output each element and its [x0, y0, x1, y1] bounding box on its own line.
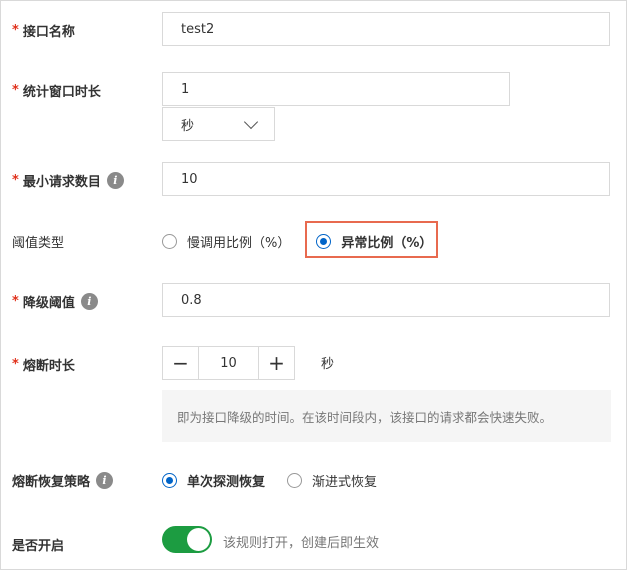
recovery-strategy-label: 熔断恢复策略 i — [12, 471, 114, 490]
stat-window-input[interactable]: 1 — [162, 72, 510, 106]
stat-window-label: * 统计窗口时长 — [12, 81, 101, 100]
break-duration-hint: 即为接口降级的时间。在该时间段内，该接口的请求都会快速失败。 — [162, 390, 611, 442]
radio-circle — [162, 473, 177, 488]
degrade-threshold-label: * 降级阈值 i — [12, 292, 98, 311]
stat-window-unit-select[interactable]: 秒 — [162, 107, 275, 141]
break-duration-unit: 秒 — [321, 357, 335, 372]
hint-text: 即为接口降级的时间。在该时间段内，该接口的请求都会快速失败。 — [177, 409, 553, 425]
radio-single-probe[interactable]: 单次探测恢复 — [162, 471, 265, 490]
decrement-button[interactable]: − — [163, 347, 199, 379]
required-mark: * — [12, 23, 19, 38]
break-duration-stepper: − 10 + — [162, 346, 295, 380]
min-requests-value: 10 — [181, 171, 198, 187]
required-mark: * — [12, 83, 19, 98]
break-duration-input[interactable]: 10 — [199, 347, 258, 379]
api-name-label: * 接口名称 — [12, 21, 75, 40]
radio-gradual-recovery[interactable]: 渐进式恢复 — [287, 471, 377, 490]
required-mark: * — [12, 357, 19, 372]
radio-slow-call-ratio[interactable]: 慢调用比例（%） — [162, 232, 290, 251]
stat-window-label-text: 统计窗口时长 — [22, 85, 101, 100]
radio-circle — [287, 473, 303, 488]
info-icon[interactable]: i — [80, 293, 98, 310]
degrade-threshold-label-text: 降级阈值 — [22, 296, 75, 311]
enabled-label-text: 是否开启 — [12, 539, 65, 554]
increment-button[interactable]: + — [258, 347, 294, 379]
break-duration-label-text: 熔断时长 — [22, 359, 75, 374]
stat-window-value: 1 — [181, 81, 190, 97]
highlight-box — [305, 221, 438, 258]
degrade-threshold-value: 0.8 — [181, 292, 202, 308]
chevron-down-icon — [243, 114, 259, 129]
min-requests-label: * 最小请求数目 i — [12, 171, 124, 190]
stat-window-unit-value: 秒 — [181, 118, 195, 134]
api-name-label-text: 接口名称 — [22, 25, 75, 40]
enabled-label: 是否开启 — [12, 535, 64, 554]
radio-label: 渐进式恢复 — [312, 475, 378, 490]
form-panel: * 接口名称 test2 * 统计窗口时长 1 秒 * 最小请求数目 i 10 … — [0, 0, 627, 570]
degrade-threshold-input[interactable]: 0.8 — [162, 283, 610, 317]
info-icon[interactable]: i — [96, 472, 114, 489]
radio-circle — [162, 234, 177, 249]
enabled-toggle[interactable] — [162, 526, 212, 553]
toggle-knob — [187, 528, 210, 551]
threshold-type-label: 阈值类型 — [12, 232, 64, 251]
radio-label: 单次探测恢复 — [187, 475, 266, 490]
api-name-input[interactable]: test2 — [162, 12, 610, 46]
info-icon[interactable]: i — [106, 172, 124, 189]
break-duration-label: * 熔断时长 — [12, 355, 75, 374]
required-mark: * — [12, 294, 19, 309]
min-requests-input[interactable]: 10 — [162, 162, 610, 196]
enabled-hint: 该规则打开，创建后即生效 — [223, 536, 380, 551]
recovery-strategy-radio-group: 单次探测恢复 渐进式恢复 — [162, 471, 377, 490]
api-name-value: test2 — [181, 21, 215, 37]
radio-label: 慢调用比例（%） — [187, 236, 291, 251]
threshold-type-label-text: 阈值类型 — [12, 236, 65, 251]
required-mark: * — [12, 173, 19, 188]
recovery-strategy-label-text: 熔断恢复策略 — [12, 475, 91, 490]
min-requests-label-text: 最小请求数目 — [22, 175, 101, 190]
